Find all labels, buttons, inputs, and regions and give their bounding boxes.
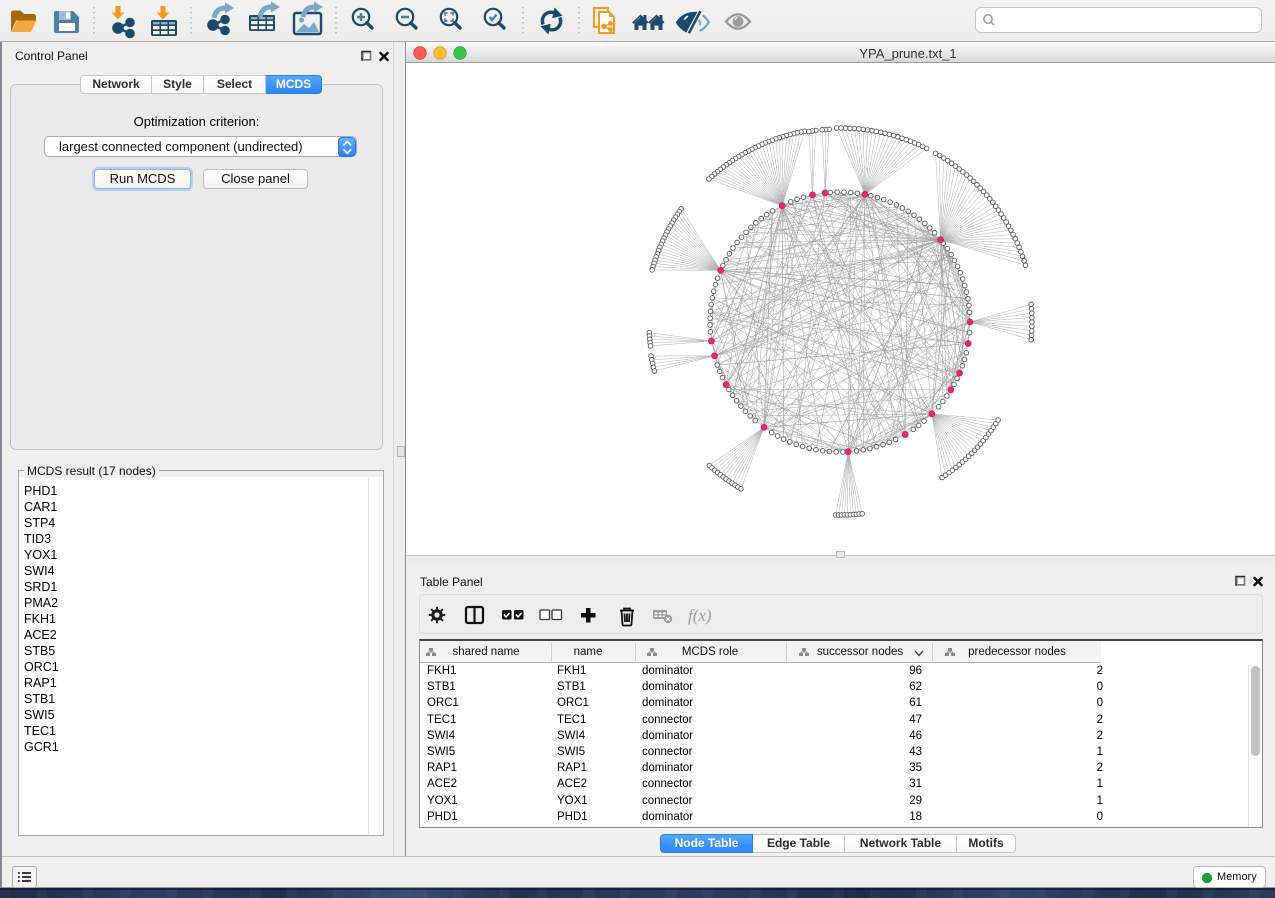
svg-text:f(x): f(x) xyxy=(688,606,712,625)
